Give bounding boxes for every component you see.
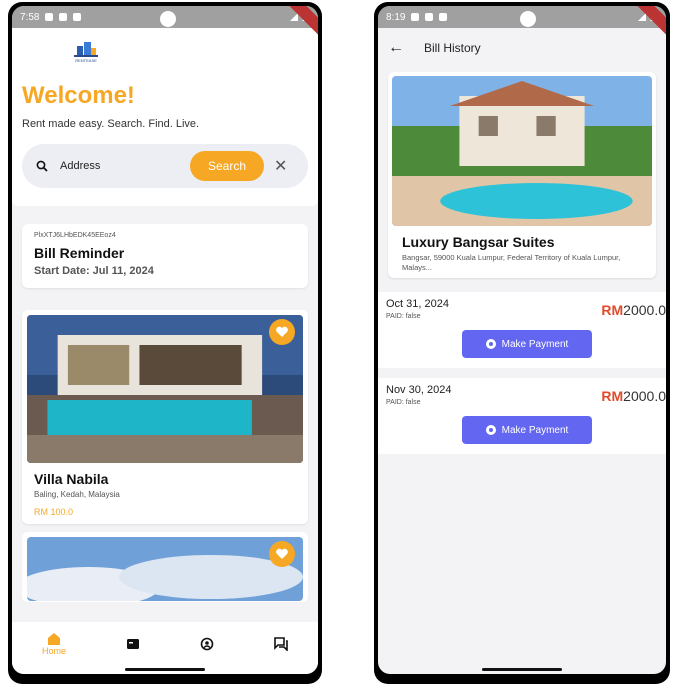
chat-icon — [274, 637, 288, 651]
left-screen: 7:58 RENTEASE Welcome! Rent made easy. S… — [12, 6, 318, 674]
home-icon — [47, 633, 60, 645]
nav-chat[interactable] — [274, 637, 288, 651]
search-bar: Search ✕ — [22, 144, 308, 188]
camera-cutout — [160, 11, 176, 27]
status-icon — [439, 13, 448, 21]
property-location: Baling, Kedah, Malaysia — [34, 490, 120, 499]
status-bar: 8:19 — [378, 6, 666, 40]
bill-row: Oct 31, 2024 PAID: false RM2000.0 Make P… — [378, 292, 666, 368]
favorite-button[interactable] — [269, 319, 295, 345]
make-payment-button[interactable]: Make Payment — [462, 330, 592, 358]
nav-home-label: Home — [41, 646, 66, 656]
favorite-button[interactable] — [269, 541, 295, 567]
right-phone: 8:19 ← Bill History Luxury Bangsar Suite… — [374, 2, 670, 684]
search-input[interactable] — [60, 160, 190, 172]
status-icon — [411, 13, 420, 21]
bill-amount-value: 2000.0 — [623, 302, 666, 318]
logo-text: RENTEASE — [75, 58, 97, 63]
nav-home[interactable]: Home — [42, 632, 66, 656]
coin-icon — [485, 425, 496, 435]
page-title: Welcome! — [22, 82, 135, 109]
close-icon[interactable]: ✕ — [274, 156, 287, 176]
bill-reminder-card[interactable]: PlxXTJ6LHbEDK45EEoz4 Bill Reminder Start… — [22, 224, 308, 288]
bill-id: PlxXTJ6LHbEDK45EEoz4 — [34, 232, 116, 239]
bill-amount: RM2000.0 — [601, 388, 666, 404]
status-icon — [425, 13, 434, 21]
home-header: RENTEASE Welcome! Rent made easy. Search… — [12, 28, 318, 206]
property-name: Villa Nabila — [34, 471, 109, 487]
coin-icon — [485, 339, 496, 349]
bill-currency: RM — [601, 388, 624, 404]
profile-icon — [200, 637, 214, 651]
bottom-navigation: Home — [12, 622, 318, 674]
system-home-bar[interactable] — [125, 668, 205, 671]
property-location: Bangsar, 59000 Kuala Lumpur, Federal Ter… — [402, 253, 621, 272]
right-screen: 8:19 ← Bill History Luxury Bangsar Suite… — [378, 6, 666, 674]
status-time: 7:58 — [20, 11, 40, 23]
heart-icon — [276, 548, 288, 559]
bill-title: Bill Reminder — [34, 245, 125, 261]
property-card[interactable]: Villa Nabila Baling, Kedah, Malaysia RM … — [22, 310, 308, 524]
search-button[interactable]: Search — [190, 151, 264, 181]
nav-bills[interactable] — [126, 637, 140, 651]
bill-amount: RM2000.0 — [601, 302, 666, 318]
bill-currency: RM — [601, 302, 624, 318]
search-icon — [36, 160, 48, 172]
app-bar: ← Bill History — [378, 28, 666, 68]
property-card[interactable] — [22, 532, 308, 602]
logo-icon — [74, 42, 98, 57]
camera-cutout — [520, 11, 536, 27]
nav-profile[interactable] — [200, 637, 214, 651]
property-image — [392, 76, 652, 226]
system-home-bar[interactable] — [482, 668, 562, 671]
bill-start-date: Start Date: Jul 11, 2024 — [34, 265, 154, 277]
property-price: RM 100.0 — [34, 507, 74, 517]
card-icon — [126, 639, 139, 649]
back-arrow-icon[interactable]: ← — [388, 39, 404, 57]
property-name: Luxury Bangsar Suites — [402, 234, 555, 250]
left-phone: 7:58 RENTEASE Welcome! Rent made easy. S… — [8, 2, 322, 684]
property-image — [27, 315, 303, 463]
status-icon — [45, 13, 54, 21]
app-logo: RENTEASE — [66, 40, 106, 70]
property-image — [27, 537, 303, 601]
make-payment-label: Make Payment — [501, 338, 569, 350]
bill-row: Nov 30, 2024 PAID: false RM2000.0 Make P… — [378, 378, 666, 454]
bill-amount-value: 2000.0 — [623, 388, 666, 404]
make-payment-button[interactable]: Make Payment — [462, 416, 592, 444]
status-icon — [73, 13, 82, 21]
page-title: Bill History — [424, 41, 481, 55]
make-payment-label: Make Payment — [501, 424, 569, 436]
property-card: Luxury Bangsar Suites Bangsar, 59000 Kua… — [388, 72, 656, 278]
status-icon — [59, 13, 68, 21]
tagline: Rent made easy. Search. Find. Live. — [22, 118, 200, 130]
status-bar: 7:58 — [12, 6, 318, 40]
status-time: 8:19 — [386, 11, 406, 23]
heart-icon — [276, 326, 288, 337]
